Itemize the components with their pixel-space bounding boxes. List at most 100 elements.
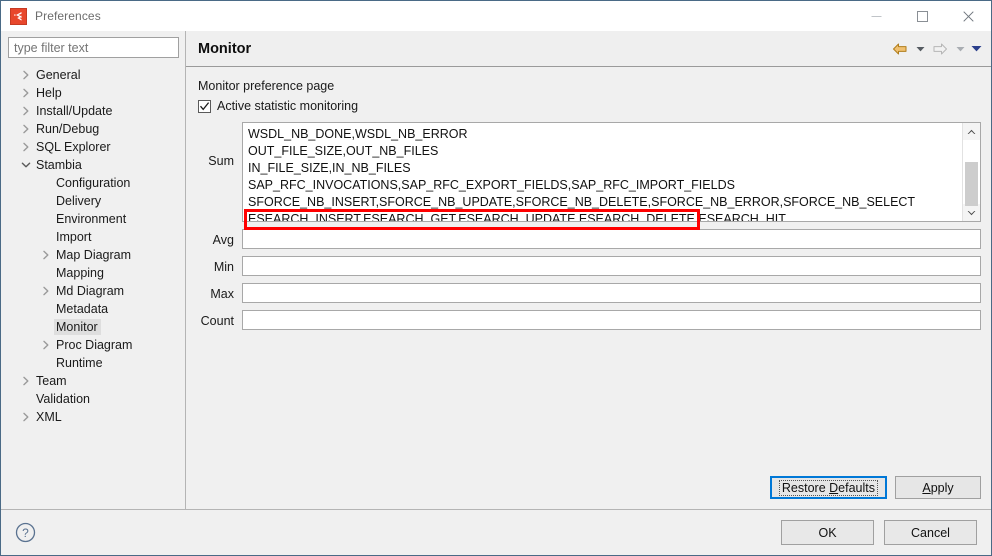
field-row-max: Max — [196, 283, 981, 303]
scroll-down-chevron-icon[interactable] — [963, 204, 980, 221]
chevron-down-icon[interactable] — [18, 161, 34, 169]
sidebar-item-mapping[interactable]: Mapping — [8, 264, 179, 282]
sum-textarea-line: SFORCE_NB_INSERT,SFORCE_NB_UPDATE,SFORCE… — [248, 195, 916, 209]
sidebar-item-metadata[interactable]: Metadata — [8, 300, 179, 318]
sidebar-item-sql-explorer[interactable]: SQL Explorer — [8, 138, 179, 156]
chevron-right-icon[interactable] — [38, 340, 54, 350]
sidebar-item-stambia[interactable]: Stambia — [8, 156, 179, 174]
sidebar-item-label: Run/Debug — [36, 122, 100, 136]
sum-label: Sum — [208, 154, 234, 168]
help-circle-icon[interactable]: ? — [15, 522, 37, 544]
chevron-right-icon[interactable] — [18, 142, 34, 152]
close-icon[interactable] — [945, 1, 991, 31]
sidebar-item-general[interactable]: General — [8, 66, 179, 84]
chevron-right-icon[interactable] — [38, 286, 54, 296]
sidebar-item-import[interactable]: Import — [8, 228, 179, 246]
field-row-avg: Avg — [196, 229, 981, 249]
back-dropdown-chevron-down-icon[interactable] — [913, 38, 927, 60]
max-input[interactable] — [242, 283, 981, 303]
dialog-footer: ? OK Cancel — [1, 509, 991, 555]
sidebar-item-install-update[interactable]: Install/Update — [8, 102, 179, 120]
scroll-up-chevron-icon[interactable] — [963, 123, 980, 140]
minimize-icon[interactable] — [853, 1, 899, 31]
count-label: Count — [200, 314, 234, 328]
chevron-right-icon[interactable] — [18, 88, 34, 98]
chevron-right-icon[interactable] — [38, 250, 54, 260]
active-statistic-monitoring-label: Active statistic monitoring — [217, 99, 359, 113]
preference-page-pane: Monitor Monitor preference page Active s… — [185, 31, 991, 509]
sidebar-item-label: Install/Update — [36, 104, 113, 118]
chevron-right-icon[interactable] — [18, 412, 34, 422]
sidebar-item-environment[interactable]: Environment — [8, 210, 179, 228]
active-statistic-monitoring-checkbox[interactable] — [198, 99, 211, 113]
maximize-icon[interactable] — [899, 1, 945, 31]
sidebar-item-run-debug[interactable]: Run/Debug — [8, 120, 179, 138]
page-action-buttons: Restore Defaults Apply — [769, 476, 981, 499]
avg-input[interactable] — [242, 229, 981, 249]
field-row-count: Count — [196, 310, 981, 330]
active-statistic-monitoring-row[interactable]: Active statistic monitoring — [198, 99, 981, 113]
field-row-min: Min — [196, 256, 981, 276]
sidebar-item-label: SQL Explorer — [36, 140, 111, 154]
preference-tree-pane: General Help Install/Update Run/Debug SQL Ex… — [1, 31, 185, 509]
sidebar-item-label: Proc Diagram — [56, 338, 133, 352]
chevron-right-icon[interactable] — [18, 106, 34, 116]
filter-input[interactable] — [8, 37, 179, 58]
sum-textarea-content[interactable]: WSDL_NB_DONE,WSDL_NB_ERROR OUT_FILE_SIZE,… — [243, 123, 962, 221]
min-input[interactable] — [242, 256, 981, 276]
sidebar-item-proc-diagram[interactable]: Proc Diagram — [8, 336, 179, 354]
sidebar-item-md-diagram[interactable]: Md Diagram — [8, 282, 179, 300]
max-label: Max — [210, 287, 234, 301]
sidebar-item-help[interactable]: Help — [8, 84, 179, 102]
ok-button[interactable]: OK — [781, 520, 874, 545]
sidebar-item-label: Import — [56, 230, 92, 244]
window-title: Preferences — [35, 9, 101, 23]
sidebar-item-label: Help — [36, 86, 62, 100]
stambia-logo-icon — [10, 7, 27, 25]
chevron-right-icon[interactable] — [18, 124, 34, 134]
sidebar-item-label: Team — [36, 374, 67, 388]
view-menu-chevron-down-icon[interactable] — [969, 38, 983, 60]
forward-arrow-icon[interactable] — [929, 38, 951, 60]
preferences-window: Preferences General Help Install/Update Run… — [0, 0, 992, 556]
sum-textarea[interactable]: WSDL_NB_DONE,WSDL_NB_ERROR OUT_FILE_SIZE,… — [242, 122, 981, 230]
sidebar-item-label: Metadata — [56, 302, 109, 316]
sidebar-item-validation[interactable]: Validation — [8, 390, 179, 408]
page-header: Monitor — [186, 31, 991, 67]
sum-textarea-line: SAP_RFC_INVOCATIONS,SAP_RFC_EXPORT_FIELD… — [248, 178, 735, 192]
sum-textarea-line: IN_FILE_SIZE,IN_NB_FILES — [248, 161, 411, 175]
cancel-button[interactable]: Cancel — [884, 520, 977, 545]
back-arrow-icon[interactable] — [889, 38, 911, 60]
window-controls — [853, 1, 991, 31]
chevron-right-icon[interactable] — [18, 70, 34, 80]
chevron-right-icon[interactable] — [18, 376, 34, 386]
apply-button[interactable]: Apply — [895, 476, 981, 499]
sidebar-item-label: Configuration — [56, 176, 131, 190]
scroll-track[interactable] — [963, 140, 980, 206]
scroll-thumb[interactable] — [965, 162, 978, 206]
sidebar-item-configuration[interactable]: Configuration — [8, 174, 179, 192]
sidebar-item-label: Environment — [56, 212, 127, 226]
dialog-content: General Help Install/Update Run/Debug SQL Ex… — [1, 31, 991, 509]
sidebar-item-runtime[interactable]: Runtime — [8, 354, 179, 372]
field-row-sum: Sum WSDL_NB_DONE,WSDL_NB_ERROR OUT_FILE_S… — [196, 122, 981, 230]
page-description: Monitor preference page — [198, 79, 335, 93]
restore-defaults-button[interactable]: Restore Defaults — [769, 476, 887, 499]
sidebar-item-team[interactable]: Team — [8, 372, 179, 390]
avg-label: Avg — [212, 233, 234, 247]
sidebar-item-label: Md Diagram — [56, 284, 125, 298]
page-body: Monitor preference page Active statistic… — [186, 67, 991, 509]
sum-textarea-scrollbar[interactable] — [962, 123, 980, 221]
preference-tree: General Help Install/Update Run/Debug SQL Ex… — [8, 66, 179, 509]
sidebar-item-map-diagram[interactable]: Map Diagram — [8, 246, 179, 264]
sum-textarea-line: ESEARCH_INSERT,ESEARCH_GET,ESEARCH_UPDAT… — [248, 212, 786, 221]
sidebar-item-label: Map Diagram — [56, 248, 132, 262]
sidebar-item-xml[interactable]: XML — [8, 408, 179, 426]
sidebar-item-monitor[interactable]: Monitor — [8, 318, 179, 336]
forward-dropdown-chevron-down-icon[interactable] — [953, 38, 967, 60]
svg-text:?: ? — [22, 526, 29, 540]
sum-textarea-line: OUT_FILE_SIZE,OUT_NB_FILES — [248, 144, 439, 158]
count-input[interactable] — [242, 310, 981, 330]
sidebar-item-delivery[interactable]: Delivery — [8, 192, 179, 210]
page-nav-toolbar — [889, 38, 983, 60]
